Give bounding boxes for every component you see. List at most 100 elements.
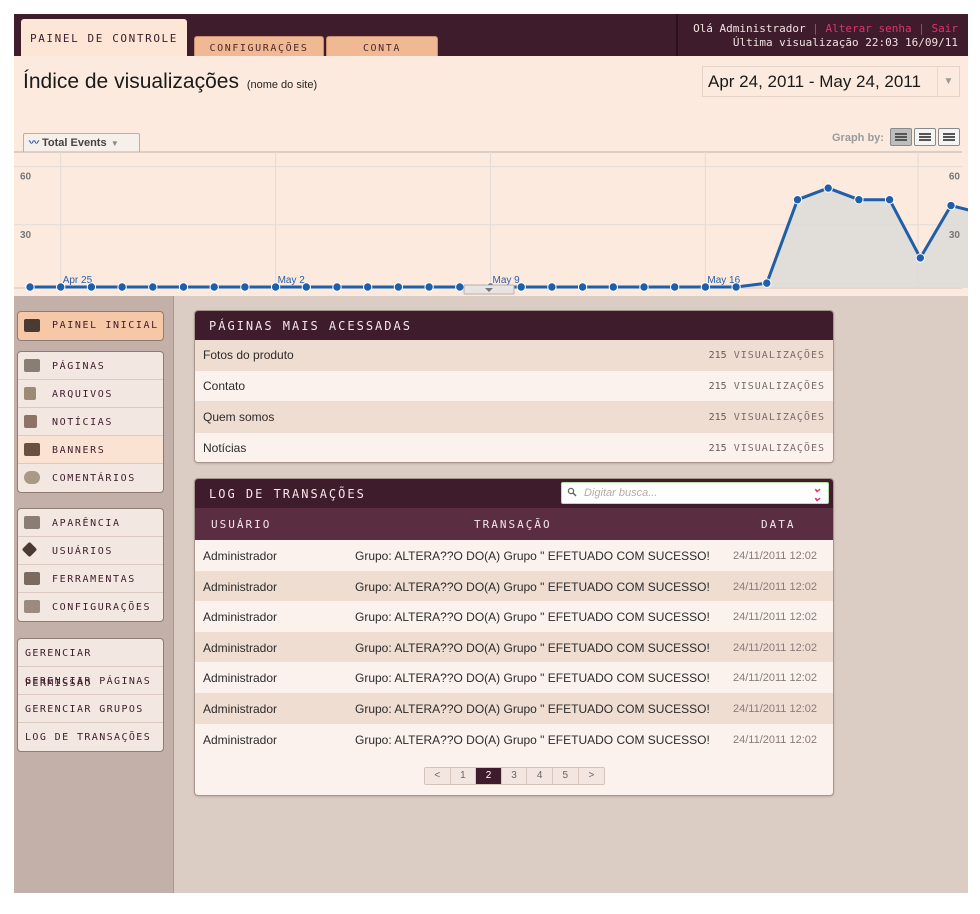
chart-point (25, 282, 35, 292)
chart-point (209, 282, 219, 292)
cell-date: 24/11/2011 12:02 (733, 611, 818, 624)
separator: | (918, 22, 925, 35)
chevron-down-icon[interactable]: ▼ (937, 67, 959, 96)
search-input[interactable]: Digitar busca... ⌄ ⌄ (561, 482, 829, 504)
files-icon (24, 387, 36, 400)
panel-title: Páginas mais acessadas (195, 311, 833, 340)
chart-point (915, 253, 925, 263)
double-chevron-down-icon[interactable]: ⌄ ⌄ (812, 482, 822, 503)
list-icon (919, 133, 931, 141)
graph-by-label: Graph by: (832, 132, 884, 144)
sidebar-item-comentarios[interactable]: Comentários (18, 464, 163, 492)
graph-by-week-button[interactable] (914, 128, 936, 146)
change-password-link[interactable]: Alterar senha (826, 22, 912, 35)
page-name: Quem somos (203, 410, 275, 424)
page-views: 215 visualizações (709, 371, 825, 402)
date-range-picker[interactable]: Apr 24, 2011 - May 24, 2011 ▼ (702, 66, 960, 97)
graph-by-day-button[interactable] (890, 128, 912, 146)
chart-point (547, 282, 557, 292)
chart-point (792, 195, 803, 205)
page-views: 215 visualizações (708, 433, 825, 462)
pagination-page-5[interactable]: 5 (552, 768, 579, 784)
table-row[interactable]: Administrador Grupo: ALTERA??O DO(A) Grup… (195, 662, 833, 693)
chart-y-label-right: 60 (949, 172, 961, 183)
pagination-next-button[interactable]: > (578, 768, 605, 784)
metric-selector-button[interactable]: 〰 Total Events ▼ (23, 133, 140, 152)
cell-transaction: Grupo: ALTERA??O DO(A) Grupo " EFETUADO … (355, 671, 710, 686)
graph-by-month-button[interactable] (938, 128, 960, 146)
cell-user: Administrador (203, 671, 278, 686)
settings-icon (24, 600, 40, 613)
chart-x-label: May 2 (278, 275, 306, 286)
pagination-page-3[interactable]: 3 (501, 768, 528, 784)
user-area: Olá Administrador | Alterar senha | Sair… (693, 22, 958, 50)
page-title: Índice de visualizações (nome do site) (23, 70, 317, 94)
sidebar-item-painel-inicial[interactable]: Painel Inicial (18, 312, 163, 340)
tab-painel-de-controle[interactable]: Painel de Controle (21, 19, 187, 56)
page-name: Fotos do produto (203, 348, 294, 362)
sidebar-item-ferramentas[interactable]: Ferramentas (18, 565, 163, 593)
tools-icon (24, 572, 40, 585)
sidebar-item-arquivos[interactable]: Arquivos (18, 380, 163, 408)
sidebar-item-label: Ferramentas (52, 574, 136, 585)
list-item[interactable]: Contato 215 visualizações (195, 371, 833, 402)
sidebar-item-label: Páginas (52, 361, 106, 372)
sidebar-item-label: Painel Inicial (52, 320, 159, 331)
list-item[interactable]: Fotos do produto 215 visualizações (195, 340, 833, 371)
list-icon (943, 133, 955, 141)
sidebar-item-gerenciar-permissao[interactable]: Gerenciar Permissão (18, 639, 163, 689)
cell-user: Administrador (203, 732, 278, 747)
sidebar-item-noticias[interactable]: Notícias (18, 408, 163, 436)
page-title-text: Índice de visualizações (23, 70, 239, 93)
table-row[interactable]: Administrador Grupo: ALTERA??O DO(A) Grup… (195, 723, 833, 755)
separator: | (812, 22, 819, 35)
logout-link[interactable]: Sair (932, 22, 959, 35)
sidebar-item-label: Aparência (52, 518, 121, 529)
topbar-divider (676, 14, 678, 56)
pagination-prev-button[interactable]: < (425, 768, 451, 784)
sidebar-item-configuracoes[interactable]: Configurações (18, 593, 163, 621)
cell-date: 24/11/2011 12:02 (733, 641, 818, 654)
column-header-transacao[interactable]: Transação (474, 508, 552, 542)
line-chart-icon: 〰 (29, 138, 39, 149)
dashboard-icon (24, 319, 40, 332)
column-header-data[interactable]: Data (761, 508, 796, 542)
view-count: 215 (708, 412, 727, 423)
pagination-page-1[interactable]: 1 (450, 768, 477, 784)
tab-configuracoes[interactable]: Configurações (194, 36, 324, 56)
sidebar-item-label: Configurações (52, 602, 152, 613)
chart-point (56, 282, 66, 292)
view-unit: visualizações (733, 381, 825, 392)
chart-point (424, 282, 434, 292)
sidebar-item-paginas[interactable]: Páginas (18, 352, 163, 380)
table-row[interactable]: Administrador Grupo: ALTERA??O DO(A) Grup… (195, 540, 833, 571)
cell-date: 24/11/2011 12:02 (733, 733, 818, 746)
table-row[interactable]: Administrador Grupo: ALTERA??O DO(A) Grup… (195, 601, 833, 632)
table-row[interactable]: Administrador Grupo: ALTERA??O DO(A) Grup… (195, 631, 833, 663)
top-pages-list: Fotos do produto 215 visualizações Conta… (195, 340, 833, 462)
table-row[interactable]: Administrador Grupo: ALTERA??O DO(A) Grup… (195, 570, 833, 602)
chart-point (86, 282, 97, 292)
tab-conta[interactable]: Conta (326, 36, 438, 56)
cell-transaction: Grupo: ALTERA??O DO(A) Grupo " EFETUADO … (355, 701, 710, 716)
sidebar-item-gerenciar-grupos[interactable]: Gerenciar Grupos (18, 695, 163, 723)
chart-point (577, 282, 588, 292)
sidebar-item-usuarios[interactable]: Usuários (18, 537, 163, 565)
sidebar-item-banners[interactable]: Banners (18, 436, 163, 464)
chart-scroll-handle[interactable] (463, 284, 515, 295)
page-subtitle: (nome do site) (246, 79, 318, 91)
sidebar-item-gerenciar-paginas[interactable]: Gerenciar Páginas (18, 667, 163, 695)
list-item[interactable]: Notícias 215 visualizações (195, 433, 833, 462)
column-header-usuario[interactable]: Usuário (211, 508, 271, 542)
greeting-text: Olá Administrador (693, 22, 806, 35)
pagination-page-4[interactable]: 4 (527, 768, 553, 784)
sidebar-item-aparencia[interactable]: Aparência (18, 509, 163, 537)
sidebar-item-log-transacoes[interactable]: Log de Transações (18, 723, 163, 751)
list-item[interactable]: Quem somos 215 visualizações (195, 402, 833, 433)
chart-y-label-right: 30 (949, 230, 961, 241)
table-row[interactable]: Administrador Grupo: ALTERA??O DO(A) Grup… (195, 692, 833, 724)
pagination-page-2[interactable]: 2 (476, 768, 502, 784)
view-count: 215 (708, 443, 727, 454)
chart-area-fill (30, 188, 968, 288)
chart-point (700, 282, 711, 292)
